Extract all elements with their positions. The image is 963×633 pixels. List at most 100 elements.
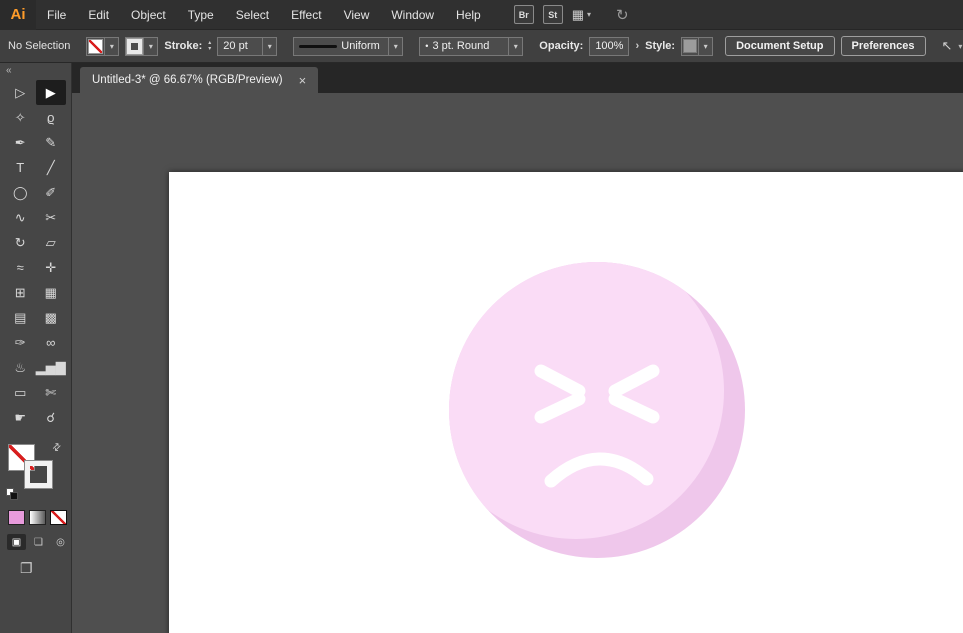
shape-builder-tool[interactable]: ⊞ (5, 280, 36, 305)
opacity-submenu-arrow[interactable]: › (635, 40, 639, 52)
fill-color-dropdown[interactable]: ▾ (105, 36, 120, 56)
artboard-tool[interactable]: ▭ (5, 380, 36, 405)
style-dropdown[interactable]: ▾ (699, 36, 714, 56)
illustrator-window: Ai File Edit Object Type Select Effect V… (0, 0, 963, 633)
stroke-weight-field[interactable]: 20 pt (217, 36, 264, 56)
pen-tool[interactable]: ✒ (5, 130, 36, 155)
menu-window[interactable]: Window (380, 0, 445, 30)
width-profile-label: Uniform (341, 40, 380, 52)
line-segment-tool[interactable]: ╱ (36, 155, 67, 180)
menu-help[interactable]: Help (445, 0, 492, 30)
fill-color-swatch[interactable] (86, 36, 106, 56)
type-tool[interactable]: T (5, 155, 36, 180)
menu-bar: Ai File Edit Object Type Select Effect V… (0, 0, 963, 30)
fill-stroke-indicator: ⇄ (6, 441, 67, 502)
column-graph-tool[interactable]: ▂▅▇ (36, 355, 67, 380)
menu-effect[interactable]: Effect (280, 0, 332, 30)
screen-mode-button[interactable]: ❐ (20, 560, 71, 577)
none-button[interactable] (50, 510, 67, 525)
chevron-down-icon[interactable]: ▾ (958, 42, 962, 51)
document-setup-button[interactable]: Document Setup (725, 36, 835, 56)
workspace-grid-icon: ▦ (571, 6, 585, 22)
bridge-button[interactable]: Br (513, 5, 534, 24)
chevron-down-icon: ▾ (587, 10, 592, 19)
document-tab-bar: Untitled-3* @ 66.67% (RGB/Preview) × (72, 63, 963, 93)
brush-definition-field[interactable]: • 3 pt. Round (419, 36, 510, 56)
hand-tool[interactable]: ☛ (5, 405, 36, 430)
default-fill-stroke-icon[interactable] (6, 488, 18, 500)
shaper-tool[interactable]: ∿ (5, 205, 36, 230)
tools-panel: « ▷ ▶ ✧ ϱ ✒ ✎ T ╱ ◯ ✐ ∿ ✂ ↻ ▱ ≈ ✛ ⊞ ▦ ▤ … (0, 63, 72, 633)
menu-file[interactable]: File (36, 0, 77, 30)
ellipse-tool[interactable]: ◯ (5, 180, 36, 205)
direct-selection-tool[interactable]: ▶ (35, 80, 66, 105)
scale-tool[interactable]: ▱ (36, 230, 67, 255)
blend-tool[interactable]: ∞ (36, 330, 67, 355)
stepper-down-icon[interactable]: ▾ (208, 46, 211, 52)
eyedropper-tool[interactable]: ✑ (5, 330, 36, 355)
stroke-swatch-icon (126, 37, 144, 55)
rotate-tool[interactable]: ↻ (5, 230, 36, 255)
workspace-switcher[interactable]: ▦ ▾ (572, 7, 591, 23)
mesh-tool[interactable]: ▤ (5, 305, 36, 330)
gradient-tool[interactable]: ▩ (36, 305, 67, 330)
document-tab-title: Untitled-3* @ 66.67% (RGB/Preview) (92, 74, 283, 86)
gradient-button[interactable] (29, 510, 46, 525)
zoom-tool[interactable]: ☌ (36, 405, 67, 430)
curvature-tool[interactable]: ✎ (36, 130, 67, 155)
swap-fill-stroke-icon[interactable]: ⇄ (50, 441, 64, 455)
selection-tool[interactable]: ▷ (5, 80, 36, 105)
menu-object[interactable]: Object (120, 0, 177, 30)
stroke-color-dropdown[interactable]: ▾ (144, 36, 159, 56)
width-profile-field[interactable]: Uniform (293, 36, 390, 56)
uniform-profile-icon (299, 44, 338, 48)
stroke-weight-dropdown[interactable]: ▾ (263, 36, 278, 56)
draw-inside-button[interactable]: ◎ (51, 534, 70, 550)
artboard[interactable] (169, 172, 963, 633)
brush-dot-icon: • (425, 41, 429, 51)
color-button[interactable] (8, 510, 25, 525)
sync-status-icon[interactable]: ↻ (616, 6, 629, 24)
stroke-label: Stroke: (164, 40, 203, 52)
free-transform-tool[interactable]: ✛ (36, 255, 67, 280)
selection-status: No Selection (8, 40, 71, 52)
draw-behind-button[interactable]: ❏ (29, 534, 48, 550)
collapse-panel-icon[interactable]: « (0, 63, 71, 78)
stock-button[interactable]: St (542, 5, 563, 24)
menu-select[interactable]: Select (225, 0, 280, 30)
menu-view[interactable]: View (333, 0, 381, 30)
menu-type[interactable]: Type (177, 0, 225, 30)
symbol-sprayer-tool[interactable]: ♨ (5, 355, 36, 380)
preferences-button[interactable]: Preferences (840, 36, 926, 56)
color-mode-buttons (8, 510, 71, 525)
style-label: Style: (645, 40, 676, 52)
pointer-options-icon[interactable]: ↖ (942, 38, 953, 54)
menu-edit[interactable]: Edit (77, 0, 120, 30)
brush-definition-dropdown[interactable]: ▾ (509, 36, 524, 56)
width-profile-dropdown[interactable]: ▾ (389, 36, 404, 56)
paintbrush-tool[interactable]: ✐ (36, 180, 67, 205)
stroke-weight-stepper[interactable]: ▴ ▾ (208, 40, 211, 52)
perspective-grid-tool[interactable]: ▦ (36, 280, 67, 305)
document-tab[interactable]: Untitled-3* @ 66.67% (RGB/Preview) × (80, 67, 319, 93)
illustrator-logo: Ai (0, 0, 36, 30)
opacity-label[interactable]: Opacity: (539, 40, 583, 52)
draw-normal-button[interactable]: ▣ (7, 534, 26, 550)
canvas-area[interactable] (72, 93, 963, 633)
style-swatch-icon (683, 39, 698, 53)
stroke-color-swatch[interactable] (125, 36, 145, 56)
magic-wand-tool[interactable]: ✧ (5, 105, 36, 130)
fill-none-icon (88, 38, 104, 54)
close-icon[interactable]: × (299, 73, 307, 88)
slice-tool[interactable]: ✄ (36, 380, 67, 405)
control-bar: No Selection ▾ ▾ Stroke: ▴ ▾ 20 pt ▾ Uni… (0, 30, 963, 63)
lasso-tool[interactable]: ϱ (36, 105, 67, 130)
stroke-swatch[interactable] (24, 460, 53, 489)
opacity-field[interactable]: 100% (589, 36, 630, 56)
tool-grid: ▷ ▶ ✧ ϱ ✒ ✎ T ╱ ◯ ✐ ∿ ✂ ↻ ▱ ≈ ✛ ⊞ ▦ ▤ ▩ … (0, 78, 71, 430)
width-tool[interactable]: ≈ (5, 255, 36, 280)
drawing-mode-buttons: ▣ ❏ ◎ (7, 534, 71, 550)
scissors-tool[interactable]: ✂ (36, 205, 67, 230)
brush-definition-label: 3 pt. Round (432, 40, 490, 52)
style-swatch-field[interactable] (681, 36, 700, 56)
